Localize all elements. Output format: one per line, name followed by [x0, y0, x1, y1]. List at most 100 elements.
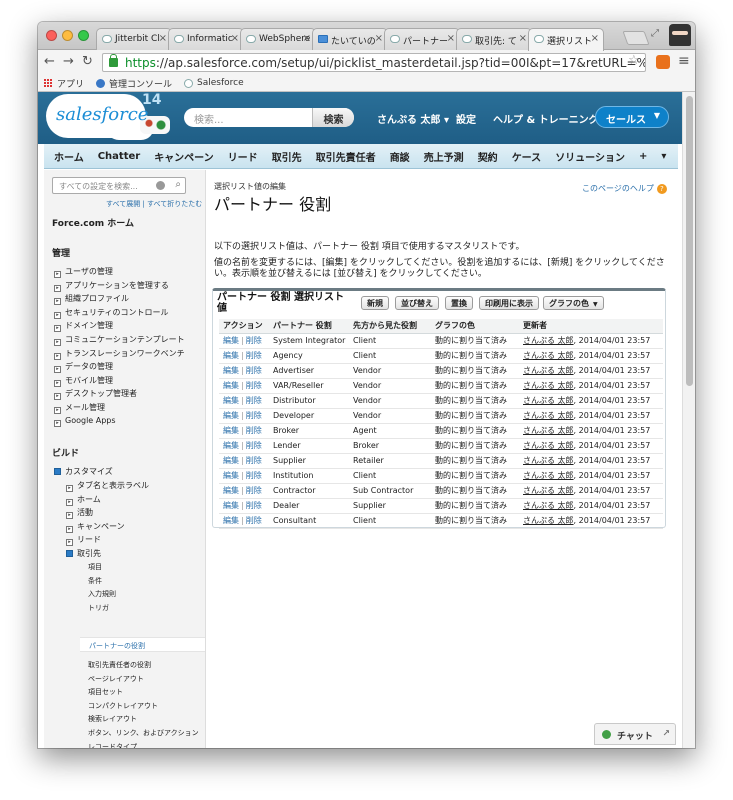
sidebar-item[interactable]: ▸ リード [66, 534, 101, 547]
bookmark-salesforce[interactable]: Salesforce [184, 78, 244, 88]
browser-tab[interactable]: Informatic × [168, 28, 244, 50]
browser-menu-icon[interactable]: ≡ [678, 53, 690, 69]
sidebar-item[interactable]: ▸ データの管理 [54, 361, 113, 374]
edit-link[interactable]: 編集 [223, 426, 239, 435]
search-button[interactable]: 検索 [312, 108, 354, 127]
setup-search-input[interactable]: すべての設定を検索... ⌕ [52, 177, 186, 194]
expand-collapse-all-links[interactable]: すべて展開 | すべて折りたたむ [106, 199, 202, 209]
app-switcher[interactable]: セールス ▼ [595, 106, 669, 128]
modified-by-user-link[interactable]: さんぷる 太郎 [523, 336, 574, 345]
nav-tab[interactable]: 売上予測 [424, 149, 464, 164]
close-tab-icon[interactable]: × [591, 33, 599, 44]
browser-tab[interactable]: WebSphere × [240, 28, 316, 50]
user-menu[interactable]: さんぷる 太郎 ▾ [377, 111, 449, 126]
edit-link[interactable]: 編集 [223, 456, 239, 465]
sidebar-item[interactable]: ▸ コミュニケーションテンプレート [54, 334, 185, 346]
nav-tab[interactable]: ケース [512, 149, 542, 164]
close-tab-icon[interactable]: × [231, 33, 239, 44]
delete-link[interactable]: 削除 [246, 336, 262, 345]
help-for-this-page-link[interactable]: このページのヘルプ? [582, 183, 667, 194]
chat-widget[interactable]: チャット ↗ [594, 723, 676, 745]
forward-icon[interactable]: → [63, 54, 74, 69]
sidebar-item[interactable]: 取引先責任者の役割 [88, 660, 151, 670]
modified-by-user-link[interactable]: さんぷる 太郎 [523, 411, 574, 420]
profile-avatar-icon[interactable] [669, 24, 691, 46]
delete-link[interactable]: 削除 [246, 456, 262, 465]
modified-by-user-link[interactable]: さんぷる 太郎 [523, 486, 574, 495]
delete-link[interactable]: 削除 [246, 471, 262, 480]
modified-by-user-link[interactable]: さんぷる 太郎 [523, 366, 574, 375]
salesforce-logo[interactable]: salesforce [46, 94, 170, 140]
close-tab-icon[interactable]: × [447, 33, 455, 44]
sidebar-item[interactable]: ▸ 活動 [66, 507, 93, 520]
modified-by-user-link[interactable]: さんぷる 太郎 [523, 441, 574, 450]
column-header[interactable]: 先方から見た役割 [349, 319, 431, 334]
modified-by-user-link[interactable]: さんぷる 太郎 [523, 381, 574, 390]
forcecom-home-link[interactable]: Force.com ホーム [52, 216, 134, 229]
sidebar-item-partner-role[interactable]: パートナーの役割 [80, 637, 205, 652]
close-tab-icon[interactable]: × [159, 33, 167, 44]
nav-tab[interactable]: 取引先 [272, 149, 302, 164]
global-search-input[interactable]: 検索... 検索 [184, 108, 354, 127]
browser-tab[interactable]: Jitterbit Cl × [96, 28, 172, 50]
edit-link[interactable]: 編集 [223, 471, 239, 480]
search-icon[interactable]: ⌕ [175, 179, 181, 190]
sidebar-item[interactable]: ▸ キャンペーン [66, 521, 125, 533]
edit-link[interactable]: 編集 [223, 396, 239, 405]
column-header[interactable]: 更新者 [519, 319, 663, 334]
delete-link[interactable]: 削除 [246, 366, 262, 375]
sidebar-item[interactable]: ▸ ドメイン管理 [54, 320, 113, 333]
browser-tab[interactable]: たいていの × [312, 28, 388, 50]
nav-tab[interactable]: 取引先責任者 [316, 149, 376, 164]
reload-icon[interactable]: ↻ [82, 54, 93, 69]
scrollbar-thumb[interactable] [686, 96, 693, 386]
sidebar-item[interactable]: ▸ デスクトップ管理者 [54, 388, 137, 401]
modified-by-user-link[interactable]: さんぷる 太郎 [523, 456, 574, 465]
edit-link[interactable]: 編集 [223, 351, 239, 360]
modified-by-user-link[interactable]: さんぷる 太郎 [523, 396, 574, 405]
sidebar-item[interactable]: トリガ [88, 603, 109, 613]
extension-icon[interactable] [656, 55, 670, 69]
sidebar-item[interactable]: 入力規則 [88, 589, 116, 599]
edit-link[interactable]: 編集 [223, 336, 239, 345]
clear-icon[interactable] [156, 181, 165, 190]
delete-link[interactable]: 削除 [246, 486, 262, 495]
delete-link[interactable]: 削除 [246, 411, 262, 420]
close-tab-icon[interactable]: × [519, 33, 527, 44]
delete-link[interactable]: 削除 [246, 426, 262, 435]
close-tab-icon[interactable]: × [375, 33, 383, 44]
sidebar-item[interactable]: 項目セット [88, 687, 123, 697]
close-window-button[interactable] [46, 30, 57, 41]
edit-link[interactable]: 編集 [223, 441, 239, 450]
edit-link[interactable]: 編集 [223, 486, 239, 495]
nav-tab[interactable]: ソリューション [555, 149, 625, 164]
browser-tab[interactable]: 取引先: て × [456, 28, 532, 50]
nav-tab[interactable]: ホーム [54, 149, 84, 164]
column-header[interactable]: パートナー 役割 [269, 319, 349, 334]
sidebar-item[interactable]: ▸ ホーム [66, 494, 101, 506]
sidebar-item[interactable]: 取引先 [66, 548, 101, 559]
delete-link[interactable]: 削除 [246, 516, 262, 525]
edit-link[interactable]: 編集 [223, 501, 239, 510]
sidebar-item[interactable]: ボタン、リンク、およびアクション [88, 728, 199, 738]
sidebar-item[interactable]: ▸ ユーザの管理 [54, 266, 113, 278]
edit-link[interactable]: 編集 [223, 411, 239, 420]
help-training-link[interactable]: ヘルプ & トレーニング [493, 111, 599, 126]
edit-link[interactable]: 編集 [223, 366, 239, 375]
sidebar-item[interactable]: ▸ トランスレーションワークベンチ [54, 348, 185, 360]
sidebar-item[interactable]: コンパクトレイアウト [88, 701, 158, 711]
address-bar[interactable]: https://ap.salesforce.com/setup/ui/pickl… [102, 53, 646, 72]
nav-tab[interactable]: 契約 [478, 149, 498, 164]
edit-link[interactable]: 編集 [223, 381, 239, 390]
column-header[interactable]: グラフの色 [431, 319, 519, 334]
browser-tab[interactable]: 選択リスト × [528, 28, 604, 51]
sidebar-item[interactable]: ページレイアウト [88, 674, 144, 684]
setup-link[interactable]: 設定 [456, 111, 476, 126]
sidebar-item[interactable]: ▸ タブ名と表示ラベル [66, 480, 149, 492]
edit-link[interactable]: 編集 [223, 516, 239, 525]
delete-link[interactable]: 削除 [246, 381, 262, 390]
nav-tab[interactable]: ▾ [661, 151, 666, 162]
minimize-window-button[interactable] [62, 30, 73, 41]
sidebar-item[interactable]: ▸ メール管理 [54, 402, 105, 414]
nav-tab[interactable]: 商談 [390, 149, 410, 164]
